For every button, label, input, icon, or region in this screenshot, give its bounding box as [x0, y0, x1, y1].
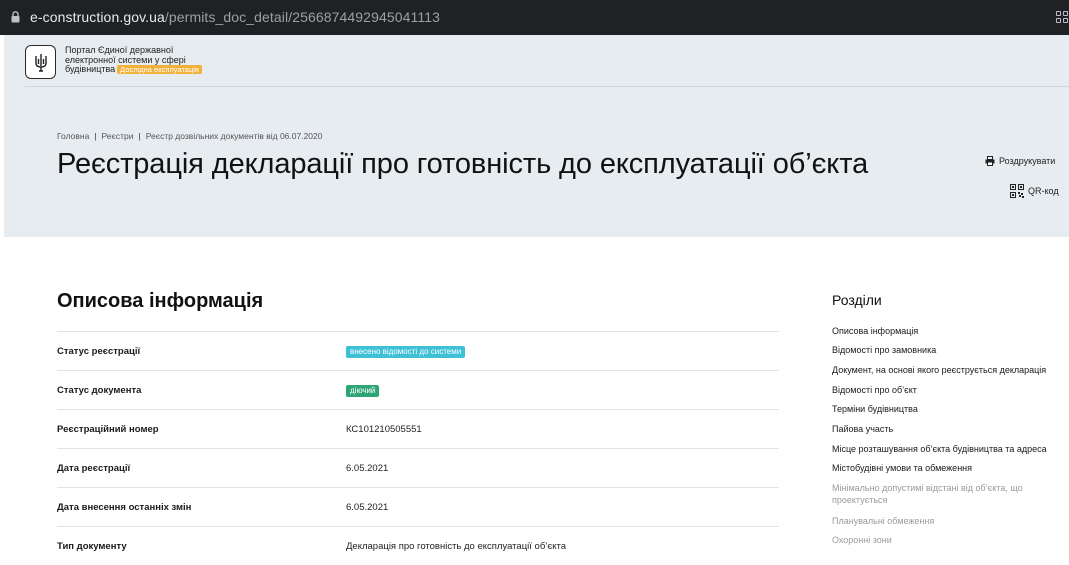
sidebar-item-customer[interactable]: Відомості про замовника — [832, 344, 936, 356]
row-value: 6.05.2021 — [346, 502, 389, 513]
sidebar-item-urban-conditions[interactable]: Містобудівні умови та обмеження — [832, 462, 972, 474]
sidebar-item-base-document[interactable]: Документ, на основі якого реєструється д… — [832, 364, 1046, 376]
breadcrumb-separator: | — [138, 131, 141, 141]
sidebar-title: Розділи — [832, 292, 882, 308]
registration-status-badge: внесено відомості до системи — [346, 346, 466, 358]
table-row: Реєстраційний номер КС101210505551 — [57, 409, 779, 448]
table-row: Дата реєстрації 6.05.2021 — [57, 448, 779, 487]
document-status-badge: діючий — [346, 385, 380, 397]
sidebar-item-construction-terms[interactable]: Терміни будівництва — [832, 403, 918, 415]
qr-code-button[interactable]: QR-код — [1010, 184, 1059, 198]
breadcrumb-home[interactable]: Головна — [57, 131, 89, 141]
breadcrumb-registries[interactable]: Реєстри — [102, 131, 134, 141]
row-key: Тип документу — [57, 541, 127, 552]
url-path: /permits_doc_detail/2566874492945041113 — [164, 9, 440, 25]
row-value: КС101210505551 — [346, 424, 422, 435]
row-key: Дата реєстрації — [57, 463, 131, 474]
qr-code-label: QR-код — [1028, 186, 1059, 196]
print-button[interactable]: Роздрукувати — [985, 156, 1055, 166]
print-label: Роздрукувати — [999, 156, 1056, 166]
browser-address-bar[interactable]: e-construction.gov.ua/permits_doc_detail… — [0, 0, 1069, 35]
table-row: Статус реєстрації внесено відомості до с… — [57, 331, 779, 370]
lock-icon — [11, 11, 20, 23]
sidebar-item-min-distances[interactable]: Мінімально допустимі відстані від об’єкт… — [832, 482, 1023, 494]
extensions-icon[interactable] — [1056, 11, 1069, 24]
row-key: Реєстраційний номер — [57, 424, 159, 435]
breadcrumb-separator: | — [94, 131, 97, 141]
portal-name-line3: будівництва — [65, 64, 116, 74]
breadcrumb: Головна | Реєстри | Реєстр дозвільних докуме… — [57, 131, 323, 141]
row-value: 6.05.2021 — [346, 463, 389, 474]
sidebar-item-protected-zones[interactable]: Охоронні зони — [832, 534, 892, 546]
sidebar-item-description[interactable]: Описова інформація — [832, 325, 918, 337]
url-text[interactable]: e-construction.gov.ua/permits_doc_detail… — [30, 9, 440, 25]
row-key: Статус реєстрації — [57, 346, 141, 357]
info-table: Статус реєстрації внесено відомості до с… — [57, 331, 779, 565]
portal-name[interactable]: Портал Єдиної державної електронної сист… — [65, 45, 202, 75]
breadcrumb-current[interactable]: Реєстр дозвільних документів від 06.07.2… — [146, 131, 323, 141]
trident-icon — [35, 54, 47, 72]
trident-logo[interactable] — [25, 45, 56, 79]
table-row: Дата внесення останніх змін 6.05.2021 — [57, 487, 779, 526]
page-title: Реєстрація декларації про готовність до … — [57, 148, 869, 180]
table-row: Статус документа діючий — [57, 370, 779, 409]
row-key: Дата внесення останніх змін — [57, 502, 192, 513]
qr-code-icon — [1010, 184, 1024, 198]
sidebar-item-planning-restrictions[interactable]: Планувальні обмеження — [832, 515, 934, 527]
sidebar-item-location[interactable]: Місце розташування об’єкта будівництва т… — [832, 443, 1047, 455]
section-title: Описова інформація — [57, 290, 264, 312]
printer-icon — [985, 156, 995, 166]
row-key: Статус документа — [57, 385, 142, 396]
trial-badge: Дослідна експлуатація — [117, 65, 202, 74]
url-domain: e-construction.gov.ua — [30, 9, 165, 25]
table-row: Тип документу Декларація про готовність … — [57, 526, 779, 565]
row-value: Декларація про готовність до експлуатаці… — [346, 541, 567, 552]
sidebar-item-share-participation[interactable]: Пайова участь — [832, 423, 893, 435]
header-divider — [25, 86, 1069, 87]
sidebar-item-object[interactable]: Відомості про об’єкт — [832, 384, 917, 396]
sidebar-item-min-distances-cont[interactable]: проектується — [832, 494, 887, 506]
